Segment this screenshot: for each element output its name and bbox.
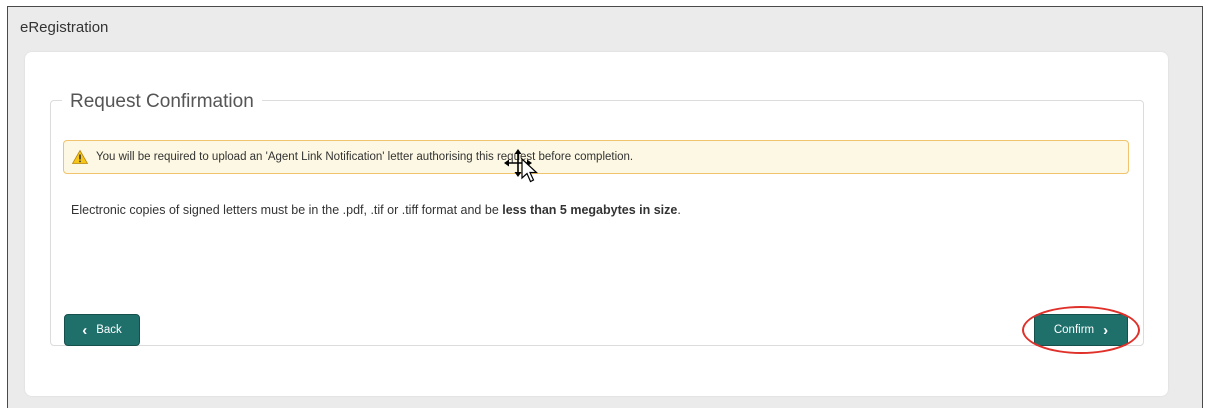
warning-alert: You will be required to upload an 'Agent…	[63, 140, 1129, 174]
confirm-button-label: Confirm	[1053, 324, 1095, 336]
chevron-left-icon: ‹	[82, 321, 88, 339]
warning-alert-text: You will be required to upload an 'Agent…	[96, 151, 634, 163]
confirm-button[interactable]: Confirm ›	[1034, 314, 1128, 346]
app-window: eRegistration Request Confirmation You w…	[7, 6, 1203, 408]
file-size-limit: less than 5 megabytes in size	[502, 203, 678, 217]
file-requirements-text: Electronic copies of signed letters must…	[71, 203, 681, 217]
section-title: Request Confirmation	[62, 90, 262, 114]
warning-triangle-icon	[72, 150, 88, 164]
back-button[interactable]: ‹ Back	[64, 314, 140, 346]
back-button-label: Back	[96, 324, 122, 336]
app-title: eRegistration	[20, 19, 109, 36]
request-confirmation-panel	[50, 100, 1144, 346]
mouse-pointer-icon	[521, 158, 539, 183]
file-requirements-prefix: Electronic copies of signed letters must…	[71, 203, 503, 217]
file-requirements-suffix: .	[677, 203, 681, 217]
chevron-right-icon: ›	[1103, 321, 1109, 339]
content-card: Request Confirmation You will be require…	[25, 52, 1168, 396]
